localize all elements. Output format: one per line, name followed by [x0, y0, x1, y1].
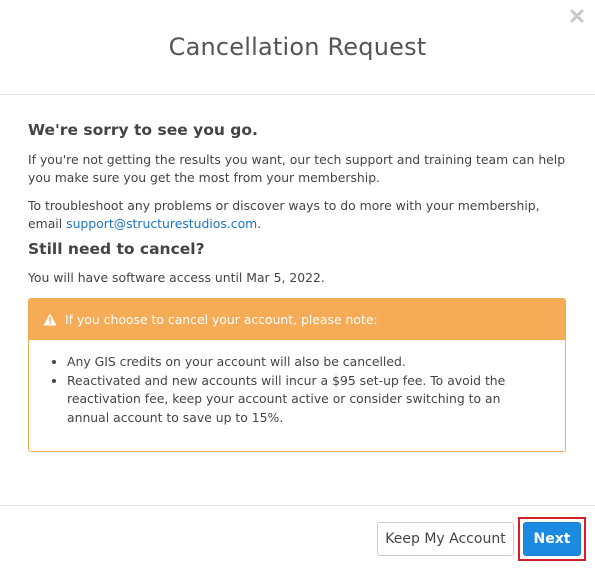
support-paragraph: If you're not getting the results you wa…: [28, 152, 566, 185]
dialog-title: Cancellation Request: [168, 33, 427, 61]
dialog-footer: Keep My Account Next: [0, 505, 595, 569]
notice-list: Any GIS credits on your account will als…: [47, 353, 545, 427]
keep-account-button[interactable]: Keep My Account: [377, 522, 514, 556]
access-until-text: You will have software access until Mar …: [28, 270, 325, 285]
dialog-header: Cancellation Request: [0, 0, 595, 95]
troubleshoot-paragraph: To troubleshoot any problems or discover…: [28, 197, 567, 233]
list-item: Any GIS credits on your account will als…: [67, 353, 545, 372]
list-item: Reactivated and new accounts will incur …: [67, 372, 545, 428]
cancellation-notice: If you choose to cancel your account, pl…: [28, 298, 566, 452]
troubleshoot-period: .: [257, 216, 262, 231]
notice-header: If you choose to cancel your account, pl…: [29, 299, 565, 339]
next-button[interactable]: Next: [523, 522, 581, 556]
cancellation-dialog: Cancellation Request We're sorry to see …: [0, 0, 595, 569]
warning-icon: [43, 313, 57, 325]
support-email-link[interactable]: support@structurestudios.com: [66, 216, 257, 231]
notice-body: Any GIS credits on your account will als…: [29, 339, 565, 451]
notice-heading: If you choose to cancel your account, pl…: [65, 311, 378, 327]
dialog-body: We're sorry to see you go. If you're not…: [0, 120, 595, 452]
sorry-heading: We're sorry to see you go.: [28, 121, 258, 139]
cancel-heading: Still need to cancel?: [28, 240, 205, 258]
close-icon[interactable]: [569, 8, 585, 24]
